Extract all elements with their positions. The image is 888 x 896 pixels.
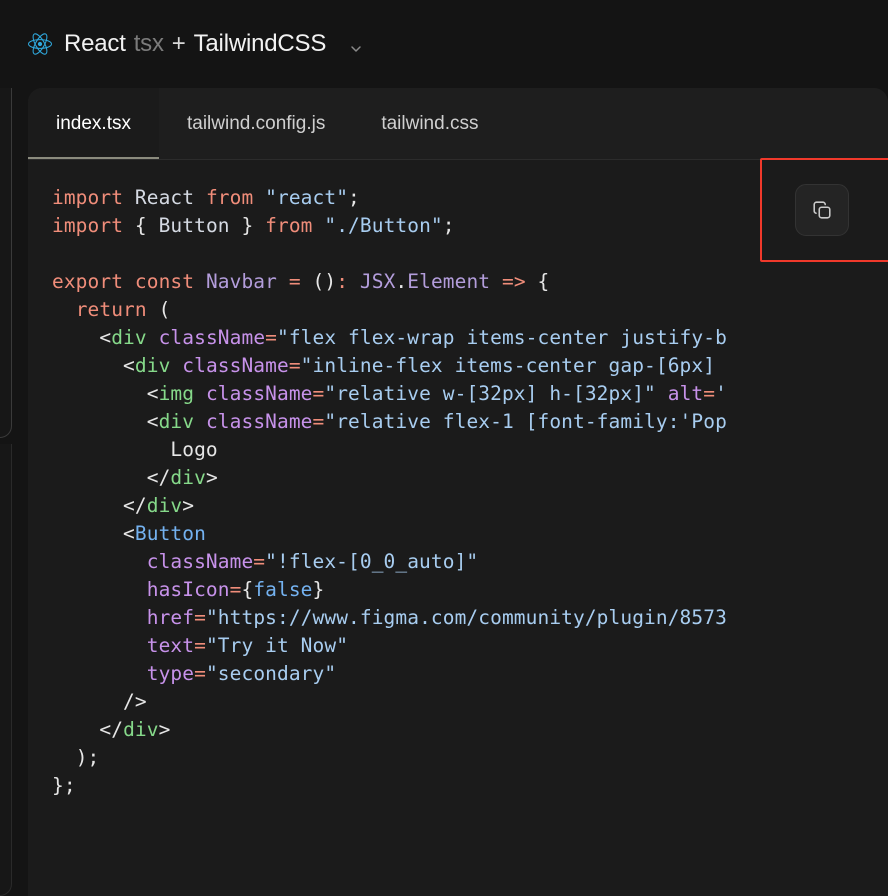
code-line: type="secondary" <box>52 662 336 685</box>
code-line: /> <box>52 690 147 713</box>
file-tab-bar: index.tsx tailwind.config.js tailwind.cs… <box>28 88 888 160</box>
code-line: className="!flex-[0_0_auto]" <box>52 550 478 573</box>
title-framework: React <box>64 30 126 58</box>
code-block[interactable]: import React from "react"; import { Butt… <box>28 160 888 800</box>
chevron-down-icon[interactable] <box>348 36 364 52</box>
code-line: <Button <box>52 522 206 545</box>
code-line: </div> <box>52 494 194 517</box>
code-line: href="https://www.figma.com/community/pl… <box>52 606 727 629</box>
tab-label: tailwind.css <box>381 113 478 135</box>
code-line: <div className="flex flex-wrap items-cen… <box>52 326 727 349</box>
code-line: import { Button } from "./Button"; <box>52 214 455 237</box>
code-line: export const Navbar = (): JSX.Element =>… <box>52 270 549 293</box>
title-separator: + <box>172 30 186 58</box>
code-line: <div className="inline-flex items-center… <box>52 354 715 377</box>
code-line: ); <box>52 746 99 769</box>
tab-label: index.tsx <box>56 113 131 135</box>
title-extension: tsx <box>134 30 164 58</box>
code-line: </div> <box>52 718 170 741</box>
code-line: hasIcon={false} <box>52 578 324 601</box>
tab-index-tsx[interactable]: index.tsx <box>28 88 159 159</box>
code-card: index.tsx tailwind.config.js tailwind.cs… <box>28 88 888 896</box>
code-line: text="Try it Now" <box>52 634 348 657</box>
code-line: <img className="relative w-[32px] h-[32p… <box>52 382 727 405</box>
tab-label: tailwind.config.js <box>187 113 325 135</box>
code-line: import React from "react"; <box>52 186 360 209</box>
code-line: }; <box>52 774 76 797</box>
copy-code-button[interactable] <box>795 184 849 236</box>
header-bar: React tsx + TailwindCSS <box>0 0 888 88</box>
code-line: </div> <box>52 466 218 489</box>
code-viewport[interactable]: import React from "react"; import { Butt… <box>28 160 888 896</box>
copy-icon <box>811 199 833 221</box>
app-root: React tsx + TailwindCSS index.tsx tailwi… <box>0 0 888 896</box>
react-atom-icon <box>28 32 64 56</box>
page-title: React tsx + TailwindCSS <box>64 30 364 58</box>
code-line: <div className="relative flex-1 [font-fa… <box>52 410 727 433</box>
code-line: Logo <box>52 438 218 461</box>
code-line: return ( <box>52 298 170 321</box>
tab-tailwind-css[interactable]: tailwind.css <box>353 88 506 159</box>
tab-tailwind-config-js[interactable]: tailwind.config.js <box>159 88 353 159</box>
title-styling-lib: TailwindCSS <box>194 30 327 58</box>
left-rail-panel-bottom <box>0 444 12 896</box>
